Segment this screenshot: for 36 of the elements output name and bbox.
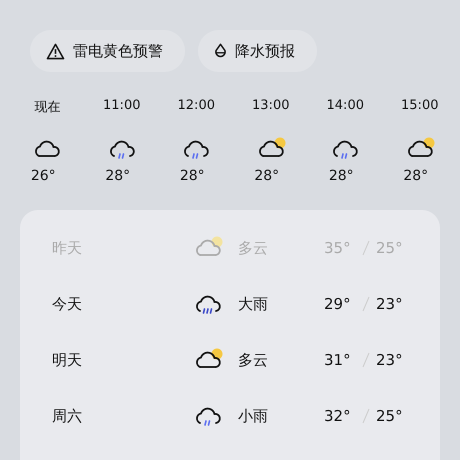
day-label: 明天 [51, 350, 83, 370]
hour-temperature: 28° [328, 168, 354, 184]
slash-icon [362, 408, 370, 424]
warning-icon [46, 42, 65, 60]
alert-chip[interactable]: 雷电黄色预警 [30, 30, 185, 72]
hour-temperature: 28° [105, 168, 130, 184]
hour-label: 14:00 [326, 98, 364, 115]
slash-icon [362, 240, 370, 256]
low-temperature: 25° [376, 239, 403, 257]
hour-temperature: 28° [254, 168, 280, 184]
weather-description: 小雨 [238, 406, 269, 426]
low-temperature: 23° [376, 295, 403, 313]
day-label: 今天 [51, 294, 83, 314]
hour-label: 现在 [34, 99, 60, 116]
alert-chip[interactable]: 降水预报 [198, 30, 317, 72]
hour-label: 13:00 [252, 98, 290, 115]
high-temperature: 31° [324, 351, 352, 369]
hour-label: 15:00 [401, 98, 438, 115]
water-drop-icon [214, 43, 227, 59]
slash-icon [362, 352, 370, 368]
hour-temperature: 26° [30, 168, 56, 184]
high-temperature: 32° [324, 407, 352, 425]
day-label: 周六 [51, 406, 83, 426]
high-temperature: 35° [324, 239, 352, 257]
day-label: 昨天 [51, 238, 83, 258]
weather-description: 多云 [238, 238, 269, 258]
slash-icon [362, 296, 370, 312]
weather-description: 多云 [238, 350, 269, 370]
hour-label: 12:00 [178, 98, 215, 115]
hour-temperature: 28° [180, 168, 205, 184]
low-temperature: 25° [376, 407, 403, 425]
low-temperature: 23° [376, 351, 403, 369]
hour-temperature: 28° [403, 168, 428, 184]
high-temperature: 29° [324, 295, 352, 313]
weather-description: 大雨 [238, 294, 269, 314]
hour-label: 11:00 [103, 98, 140, 115]
